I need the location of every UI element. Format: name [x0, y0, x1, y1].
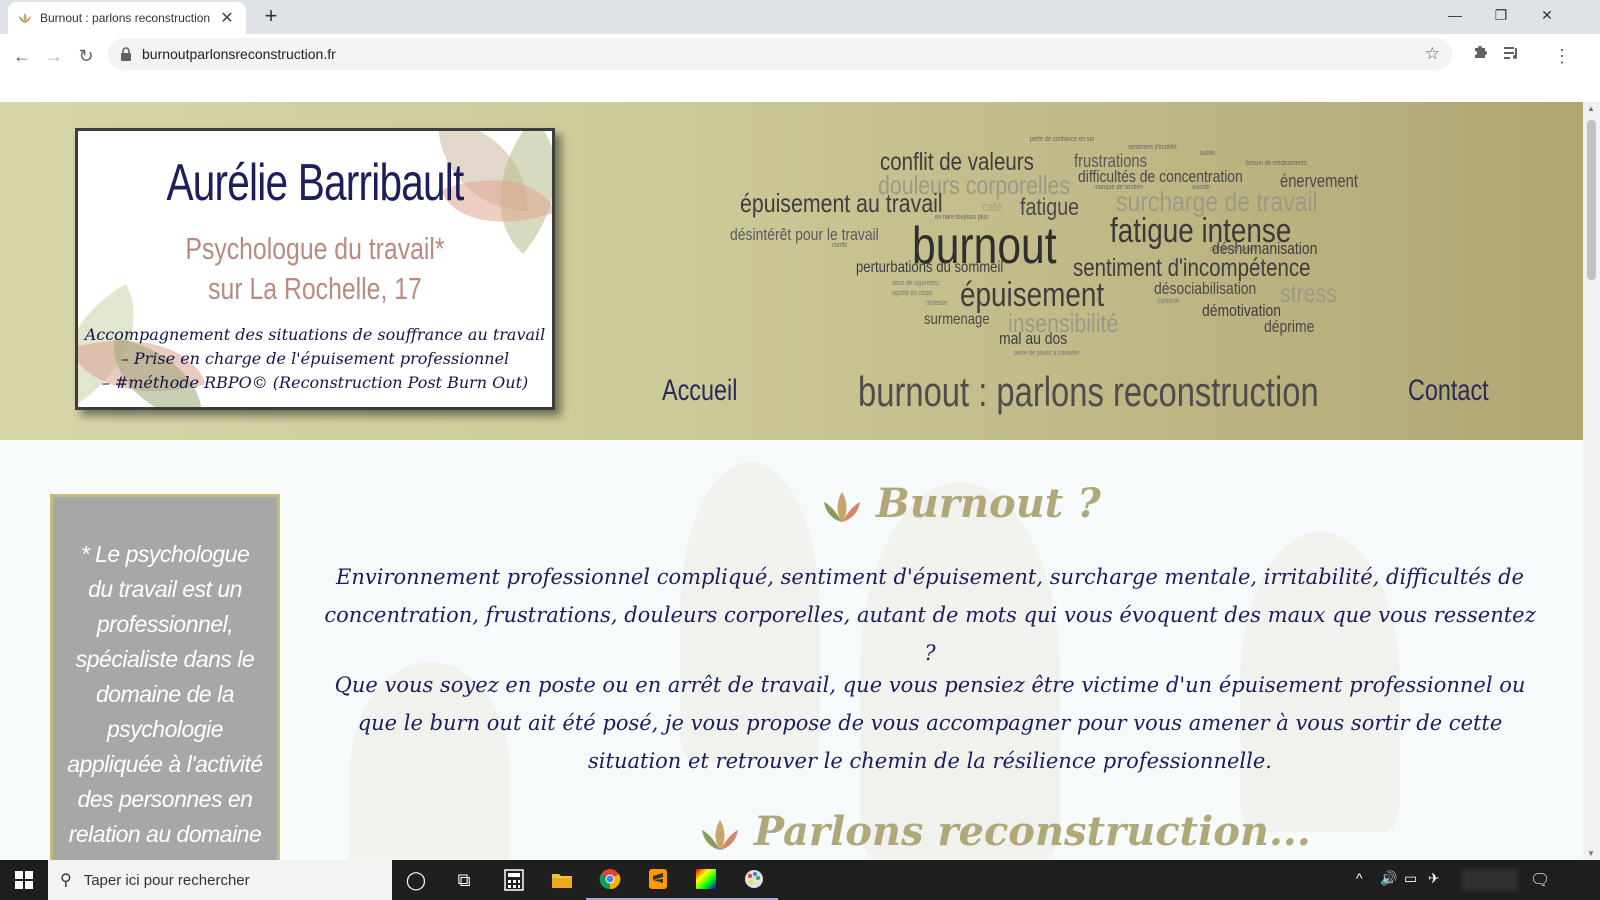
- start-button[interactable]: [0, 860, 48, 900]
- word-cloud-term: perte de plaisir à travailler: [1014, 350, 1080, 357]
- practitioner-title: Psychologue du travail* sur La Rochelle,…: [125, 229, 504, 309]
- reload-button[interactable]: ↻: [72, 42, 100, 70]
- word-cloud-term: manque de soutien: [1094, 184, 1143, 191]
- word-cloud-term: déprime: [1264, 317, 1315, 336]
- forward-button[interactable]: →: [40, 42, 68, 70]
- page-scrollbar[interactable]: ▲ ▼: [1583, 102, 1600, 860]
- section-heading-burnout: Burnout ?: [822, 480, 1101, 527]
- nav-link-burnout[interactable]: burnout : parlons reconstruction: [858, 368, 1319, 416]
- browser-tab-bar: Burnout : parlons reconstruction ✕ + — ❐…: [0, 0, 1600, 34]
- window-close-button[interactable]: ✕: [1524, 0, 1570, 30]
- intro-paragraph-1: Environnement professionnel compliqué, s…: [324, 565, 1536, 665]
- section-heading-reconstruction: Parlons reconstruction...: [700, 808, 1311, 855]
- search-placeholder: Taper ici pour rechercher: [83, 871, 250, 889]
- service-line-2: – Prise en charge de l'épuisement profes…: [120, 349, 510, 368]
- nav-link-contact[interactable]: Contact: [1408, 374, 1489, 408]
- restore-button[interactable]: ❐: [1478, 0, 1524, 30]
- media-queue-icon[interactable]: [1498, 42, 1526, 70]
- browser-tab[interactable]: Burnout : parlons reconstruction ✕: [8, 2, 246, 34]
- word-cloud-term: rigidité du corps: [892, 290, 933, 297]
- word-cloud-term: abus de cigarettes: [892, 280, 939, 287]
- psychologist-definition-note: * Le psychologue du travail est un profe…: [50, 494, 280, 860]
- services-description: Accompagnement des situations de souffra…: [78, 323, 552, 395]
- site-header: Aurélie Barribault Psychologue du travai…: [0, 102, 1583, 440]
- word-cloud-term: perte de confiance en soi: [1030, 136, 1095, 143]
- lock-icon: [120, 47, 132, 61]
- service-line-3: – #méthode RBPO© (Reconstruction Post Bu…: [101, 373, 529, 392]
- calculator-app-icon[interactable]: [490, 860, 538, 900]
- cortana-icon[interactable]: ◯: [392, 860, 440, 900]
- word-cloud-term: surmenage: [924, 311, 990, 328]
- scroll-down-arrow-icon[interactable]: ▼: [1587, 849, 1595, 858]
- word-cloud-term: conflit: [832, 242, 848, 249]
- windows-logo-icon: [15, 871, 33, 889]
- tab-title: Burnout : parlons reconstruction: [40, 11, 211, 25]
- windows-taskbar: ⚲ Taper ici pour rechercher ◯ ⧉ ^ 🔊 ▭ ✈ …: [0, 860, 1600, 900]
- notification-center-icon[interactable]: 🗨: [1530, 870, 1550, 890]
- practitioner-name: Aurélie Barribault: [166, 154, 464, 212]
- word-cloud-term: cynisme: [1158, 298, 1180, 305]
- word-cloud-term: perturbations du sommeil: [856, 259, 1004, 276]
- word-cloud-term: tristesse: [926, 300, 948, 307]
- search-icon: ⚲: [60, 872, 72, 889]
- back-button[interactable]: ←: [8, 42, 36, 70]
- title-line-1: Psychologue du travail*: [185, 231, 445, 266]
- system-clock[interactable]: [1462, 869, 1518, 891]
- section-title-reconstruction: Parlons reconstruction...: [754, 808, 1311, 855]
- lotus-icon: [700, 815, 740, 850]
- lotus-icon: [822, 487, 862, 522]
- identity-card: Aurélie Barribault Psychologue du travai…: [75, 128, 555, 410]
- word-cloud-term: mal au dos: [999, 329, 1068, 348]
- sublime-text-app-icon[interactable]: [634, 860, 682, 900]
- bookmark-star-icon[interactable]: ☆: [1425, 44, 1440, 64]
- service-line-1: Accompagnement des situations de souffra…: [84, 325, 546, 344]
- word-cloud-term: oublis: [1200, 150, 1216, 157]
- task-view-icon[interactable]: ⧉: [440, 860, 488, 900]
- airplane-mode-icon[interactable]: ✈: [1428, 870, 1440, 887]
- minimize-button[interactable]: —: [1432, 0, 1478, 30]
- word-cloud-term: sentiment d'incompétence: [1073, 254, 1311, 282]
- burnout-word-cloud: conflit de valeurs frustrations douleurs c…: [730, 130, 1400, 360]
- word-cloud-term: stress: [1280, 278, 1337, 308]
- word-cloud-term: sentiment d'inutilité: [1128, 144, 1177, 151]
- word-cloud-term: désociabilisation: [1154, 279, 1257, 298]
- word-cloud-term: en faire toujours plus: [935, 214, 989, 221]
- web-page: Aurélie Barribault Psychologue du travai…: [0, 102, 1583, 860]
- intro-paragraph-2: Que vous soyez en poste ou en arrêt de t…: [334, 673, 1526, 773]
- extensions-puzzle-icon[interactable]: [1466, 42, 1494, 70]
- word-cloud-term: suicide: [1192, 184, 1210, 191]
- network-icon[interactable]: ▭: [1404, 870, 1417, 887]
- word-cloud-term: café: [982, 199, 1003, 214]
- chrome-app-icon[interactable]: [586, 860, 634, 900]
- color-app-icon[interactable]: [682, 860, 730, 900]
- volume-icon[interactable]: 🔊: [1380, 870, 1397, 887]
- new-tab-button[interactable]: +: [258, 4, 284, 30]
- scroll-up-arrow-icon[interactable]: ▲: [1587, 104, 1595, 113]
- scrollbar-thumb[interactable]: [1587, 120, 1596, 280]
- word-cloud-term: épuisement au travail: [740, 188, 943, 218]
- word-cloud-term: manque de temps: [1210, 246, 1256, 253]
- browser-toolbar: ← → ↻ burnoutparlonsreconstruction.fr ☆ …: [0, 34, 1600, 104]
- show-hidden-icons-chevron-icon[interactable]: ^: [1356, 870, 1363, 886]
- url-text: burnoutparlonsreconstruction.fr: [142, 46, 336, 62]
- file-explorer-app-icon[interactable]: [538, 860, 586, 900]
- section-title-burnout: Burnout ?: [876, 480, 1101, 527]
- title-line-2: sur La Rochelle, 17: [208, 271, 422, 306]
- taskbar-search-box[interactable]: ⚲ Taper ici pour rechercher: [48, 860, 392, 900]
- word-cloud-term: besoin de médicaments: [1246, 160, 1307, 167]
- tab-close-icon[interactable]: ✕: [218, 8, 236, 28]
- word-cloud-term: épuisement: [960, 276, 1105, 314]
- nav-link-home[interactable]: Accueil: [662, 374, 737, 408]
- browser-menu-icon[interactable]: ⋮: [1548, 42, 1576, 70]
- word-cloud-term: désintérêt pour le travail: [730, 225, 879, 244]
- word-cloud-term: difficultés de concentration: [1078, 167, 1243, 186]
- address-bar[interactable]: burnoutparlonsreconstruction.fr ☆: [108, 38, 1452, 70]
- lotus-favicon-icon: [18, 11, 32, 25]
- paint-app-icon[interactable]: [730, 860, 778, 900]
